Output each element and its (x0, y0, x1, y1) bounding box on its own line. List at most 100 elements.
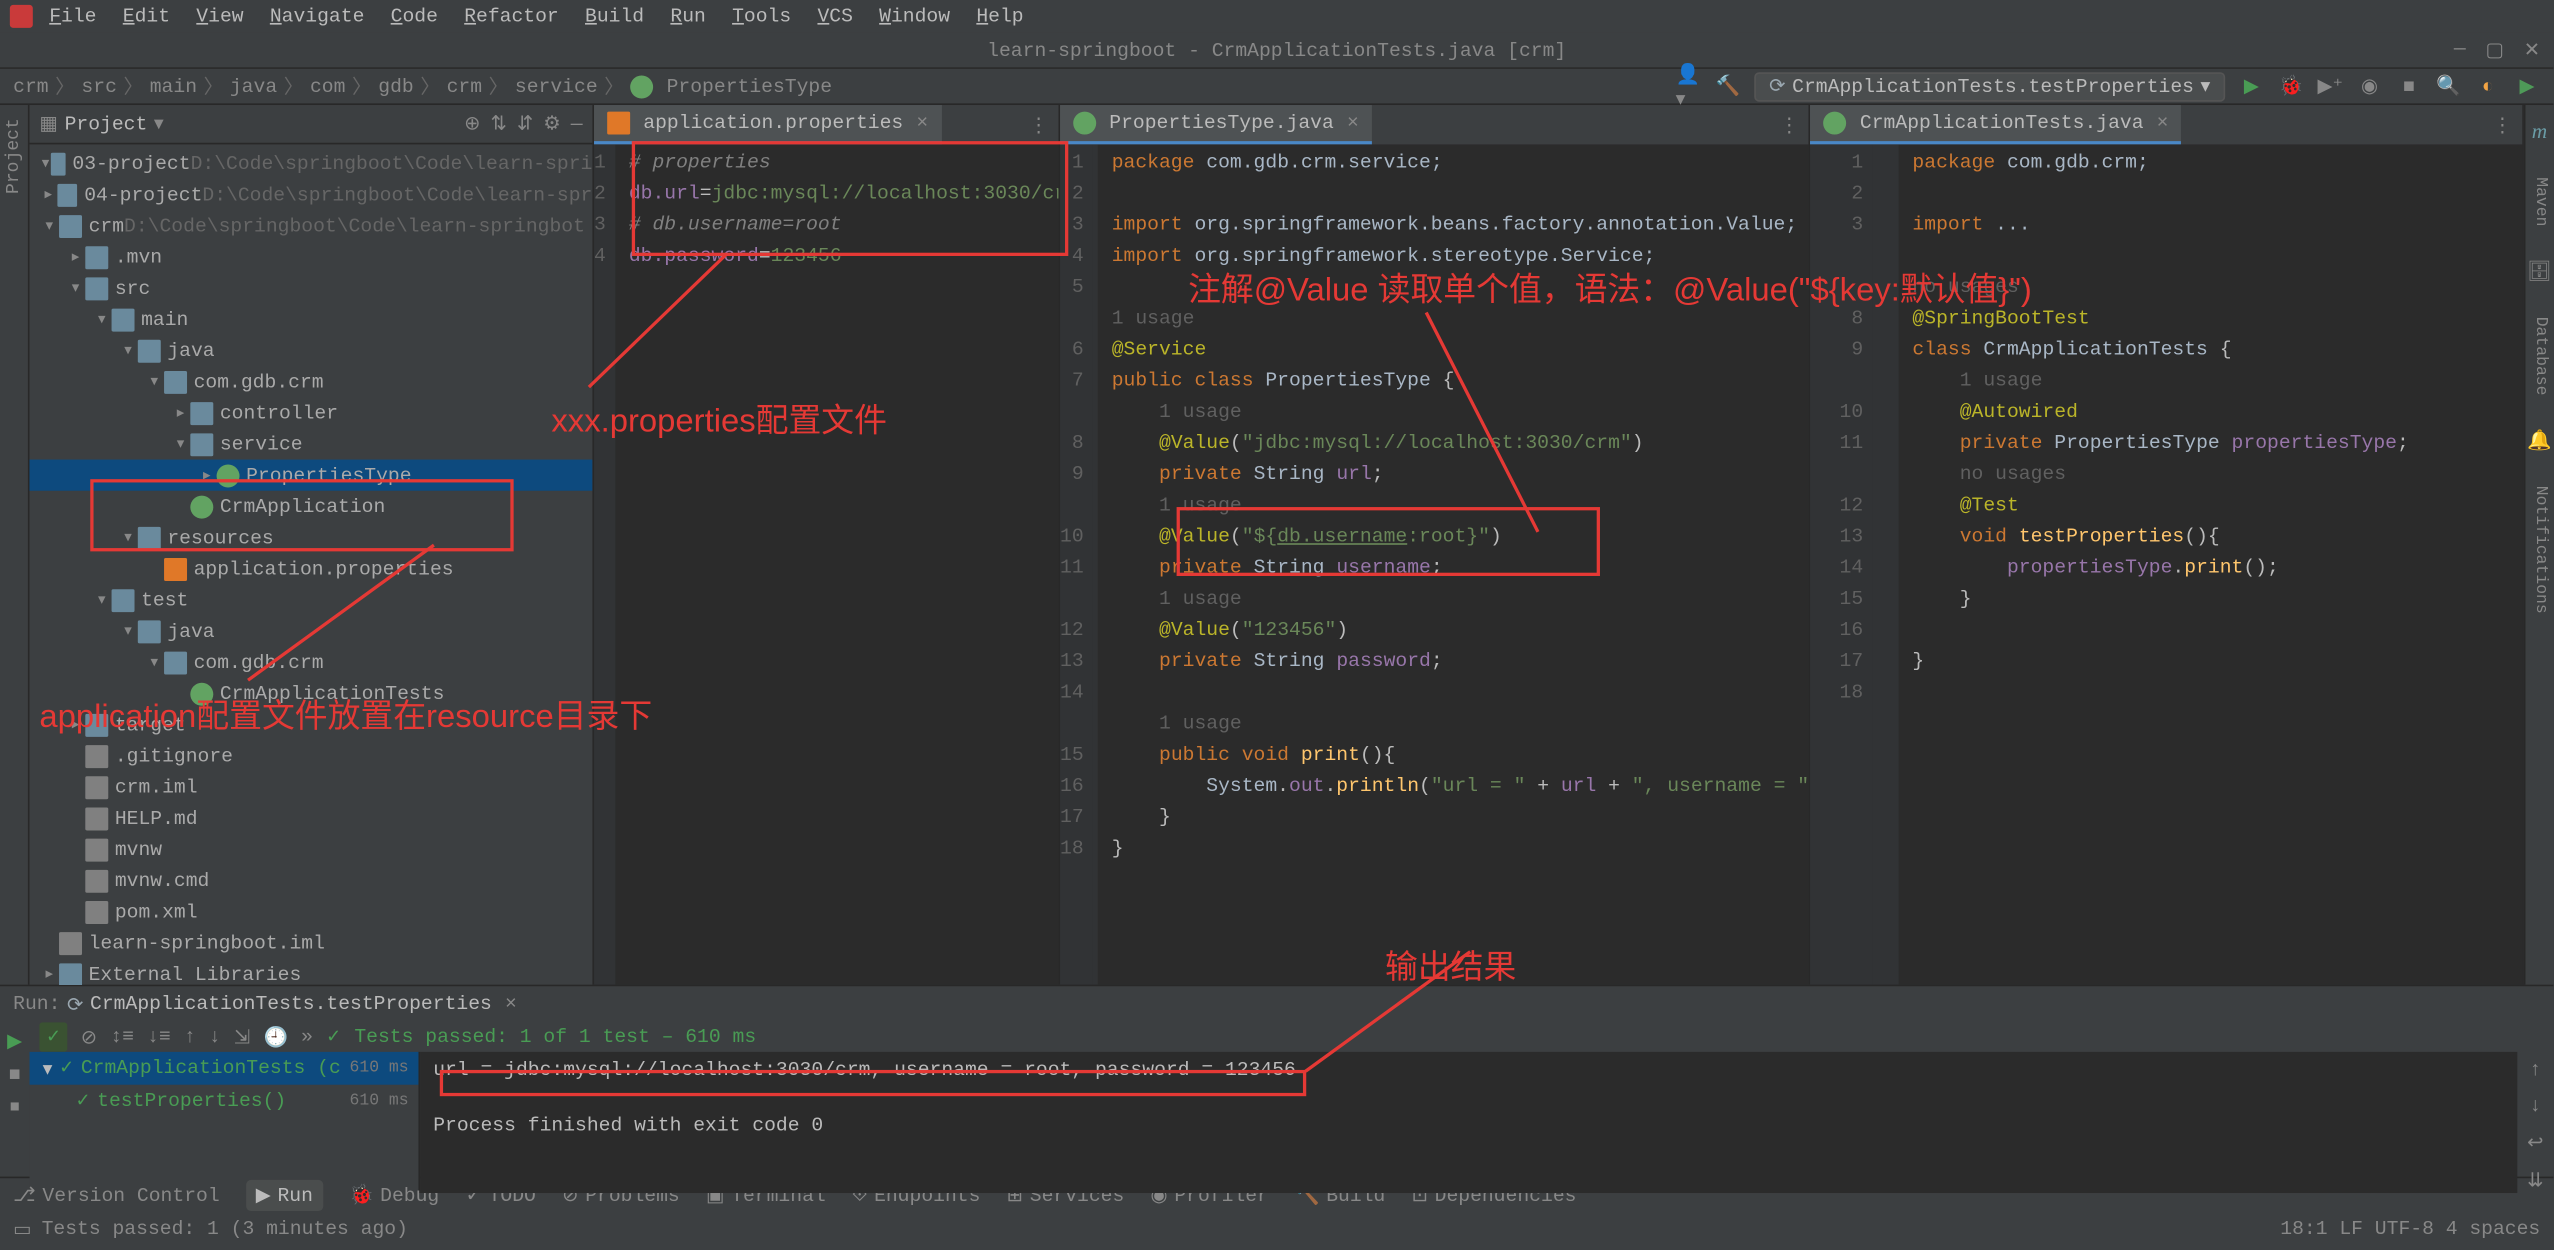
tree-item-src[interactable]: ▾src (30, 272, 593, 303)
tree-item-controller[interactable]: ▸controller (30, 397, 593, 428)
debug-button[interactable]: 🐞 (2278, 73, 2304, 99)
editor-body[interactable]: 12389101112131415161718 package com.gdb.… (1811, 144, 2523, 984)
editor-body[interactable]: 1234 # propertiesdb.url=jdbc:mysql://loc… (594, 144, 1058, 984)
tree-item-service[interactable]: ▾service (30, 428, 593, 459)
expand-icon[interactable]: ↓≡ (147, 1026, 171, 1049)
run-tab-close-icon[interactable]: × (505, 993, 517, 1016)
menu-window[interactable]: Window (869, 2, 960, 32)
console-output[interactable]: url = jdbc:mysql://localhost:3030/crm, u… (420, 1052, 2517, 1193)
editor-more-icon[interactable]: ⋮ (2483, 112, 2522, 137)
tab-close-icon[interactable]: × (1347, 112, 1359, 135)
database-icon[interactable]: 🗄 (2527, 259, 2552, 284)
tab-close-icon[interactable]: × (2157, 112, 2169, 135)
maven-icon[interactable]: m (2532, 118, 2547, 144)
run-config-selector[interactable]: ⟳ CrmApplicationTests.testProperties ▾ (1754, 71, 2225, 101)
chevron-down-icon[interactable]: ▾ (154, 112, 164, 137)
close-icon[interactable]: ✕ (2524, 38, 2541, 63)
tree-item-target[interactable]: ▸target (30, 709, 593, 740)
tree-item-helpmd[interactable]: HELP.md (30, 802, 593, 833)
status-indicators[interactable]: 18:1 LF UTF-8 4 spaces (2280, 1218, 2540, 1241)
down-icon[interactable]: ↓ (2529, 1095, 2541, 1118)
hammer-icon[interactable]: 🔨 (1715, 73, 1741, 99)
menu-vcs[interactable]: VCS (808, 2, 863, 32)
stop-button[interactable]: ■ (9, 1063, 21, 1086)
expand-icon[interactable]: ⇅ (491, 112, 508, 137)
breadcrumb-item[interactable]: main (150, 75, 197, 98)
tree-item-resources[interactable]: ▾resources (30, 522, 593, 553)
target-icon[interactable]: ⊕ (464, 112, 481, 137)
exit-button[interactable]: ⏹ (10, 1096, 20, 1119)
export-icon[interactable]: ⇲ (234, 1025, 251, 1050)
tree-item-learnspringbootiml[interactable]: learn-springboot.iml (30, 927, 593, 958)
update-icon[interactable]: ◐ (2475, 73, 2501, 99)
tab-propertiestype[interactable]: PropertiesType.java × (1060, 105, 1372, 144)
tree-item-propertiestype[interactable]: ▸PropertiesType (30, 459, 593, 490)
menu-help[interactable]: Help (966, 2, 1033, 32)
maximize-icon[interactable]: ▢ (2485, 38, 2504, 63)
menu-edit[interactable]: Edit (113, 2, 180, 32)
plugin-icon[interactable]: ▶ (2514, 73, 2540, 99)
status-icon[interactable]: ▭ (13, 1217, 32, 1242)
coverage-button[interactable]: ▶⁺ (2317, 73, 2343, 99)
collapse-icon[interactable]: ⇵ (517, 112, 534, 137)
tree-item-crmapplication[interactable]: CrmApplication (30, 491, 593, 522)
prev-icon[interactable]: ↑ (184, 1026, 196, 1049)
tab-application-properties[interactable]: application.properties × (594, 105, 941, 144)
bell-icon[interactable]: 🔔 (2527, 428, 2552, 453)
tree-item-comgdbcrm[interactable]: ▾com.gdb.crm (30, 366, 593, 397)
gear-icon[interactable]: ⚙ (543, 112, 561, 137)
tree-item-test[interactable]: ▾test (30, 584, 593, 615)
breadcrumb-item[interactable]: crm (447, 75, 482, 98)
test-tree[interactable]: ▾✓CrmApplicationTests (c610 ms✓testPrope… (30, 1052, 421, 1193)
tree-item-pomxml[interactable]: pom.xml (30, 896, 593, 927)
scroll-icon[interactable]: ⇊ (2527, 1168, 2544, 1193)
test-row[interactable]: ▾✓CrmApplicationTests (c610 ms (30, 1052, 419, 1085)
project-tree[interactable]: ▾03-project D:\Code\springboot\Code\lear… (30, 144, 593, 984)
menu-code[interactable]: Code (381, 2, 448, 32)
tree-item-externallibraries[interactable]: ▸External Libraries (30, 958, 593, 984)
tree-item-gitignore[interactable]: .gitignore (30, 740, 593, 771)
fail-filter-icon[interactable]: ⊘ (81, 1025, 98, 1050)
maven-tool-button[interactable]: Maven (2530, 177, 2548, 226)
menu-run[interactable]: Run (661, 2, 716, 32)
breadcrumb-item[interactable]: java (230, 75, 277, 98)
tree-item-mvnw[interactable]: mvnw (30, 834, 593, 865)
pass-filter-icon[interactable]: ✓ (39, 1022, 67, 1052)
test-row[interactable]: ✓testProperties()610 ms (30, 1085, 419, 1118)
project-tool-button[interactable]: Project (4, 112, 24, 201)
rerun-button[interactable]: ▶ (7, 1029, 22, 1054)
menu-refactor[interactable]: Refactor (454, 2, 568, 32)
tree-item-mvn[interactable]: ▸.mvn (30, 241, 593, 272)
menu-navigate[interactable]: Navigate (260, 2, 374, 32)
tab-close-icon[interactable]: × (916, 112, 928, 135)
tool-run[interactable]: ▶Run (246, 1180, 323, 1211)
user-icon[interactable]: 👤▾ (1676, 73, 1702, 99)
up-icon[interactable]: ↑ (2529, 1058, 2541, 1081)
breadcrumb-item[interactable]: com (310, 75, 345, 98)
notifications-tool-button[interactable]: Notifications (2530, 486, 2548, 614)
breadcrumb-item[interactable]: crm (13, 75, 48, 98)
breadcrumb-item[interactable]: PropertiesType (667, 75, 832, 98)
tree-item-comgdbcrm[interactable]: ▾com.gdb.crm (30, 647, 593, 678)
menu-build[interactable]: Build (575, 2, 654, 32)
tree-item-java[interactable]: ▾java (30, 615, 593, 646)
tree-item-crmiml[interactable]: crm.iml (30, 771, 593, 802)
tree-item-java[interactable]: ▾java (30, 335, 593, 366)
history-icon[interactable]: 🕘 (263, 1025, 288, 1050)
tree-item-04project[interactable]: ▸04-project D:\Code\springboot\Code\lear… (30, 179, 593, 210)
tree-item-crm[interactable]: ▾crm D:\Code\springboot\Code\learn-sprin… (30, 210, 593, 241)
tool-version-control[interactable]: ⎇Version Control (13, 1183, 220, 1208)
run-button[interactable]: ▶ (2238, 73, 2264, 99)
editor-body[interactable]: 123456789101112131415161718 package com.… (1060, 144, 1809, 984)
menu-file[interactable]: File (39, 2, 106, 32)
breadcrumb-item[interactable]: src (81, 75, 116, 98)
tree-item-03project[interactable]: ▾03-project D:\Code\springboot\Code\lear… (30, 148, 593, 179)
editor-more-icon[interactable]: ⋮ (1019, 112, 1058, 137)
editor-more-icon[interactable]: ⋮ (1770, 112, 1809, 137)
stop-button[interactable]: ■ (2396, 73, 2422, 99)
wrap-icon[interactable]: ↩ (2527, 1131, 2544, 1156)
search-icon[interactable]: 🔍 (2435, 73, 2461, 99)
menu-tools[interactable]: Tools (722, 2, 801, 32)
profiler-button[interactable]: ◉ (2356, 73, 2382, 99)
breadcrumb-item[interactable]: gdb (378, 75, 413, 98)
